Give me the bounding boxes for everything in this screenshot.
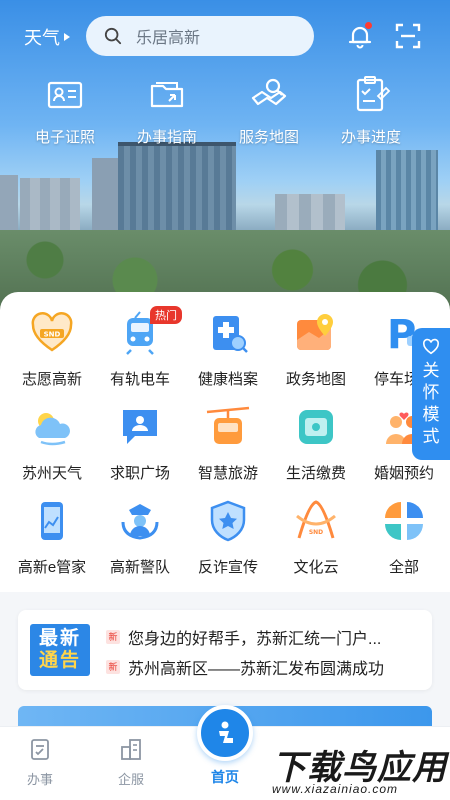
hot-badge: 热门 bbox=[150, 306, 182, 324]
new-tag: 新 bbox=[106, 660, 120, 674]
service-label: 婚姻预约 bbox=[373, 465, 434, 482]
progress-clipboard-icon bbox=[356, 76, 391, 112]
all-apps-icon bbox=[385, 502, 423, 540]
service-label: 反诈宣传 bbox=[197, 559, 258, 576]
bell-icon[interactable] bbox=[346, 22, 374, 50]
service-weather[interactable]: 苏州天气 bbox=[8, 404, 96, 498]
service-label: 政务地图 bbox=[285, 371, 346, 388]
quick-action-label: 办事进度 bbox=[340, 129, 401, 146]
culture-cloud-icon: SND bbox=[296, 500, 336, 539]
job-chat-icon bbox=[123, 410, 157, 444]
services-row: 高新e管家 高新警队 反诈宣传 SND 文化云 全部 bbox=[0, 498, 450, 592]
notice-item[interactable]: 新 苏州高新区——苏新汇发布圆满成功 bbox=[106, 655, 384, 679]
phone-manager-icon bbox=[41, 502, 63, 540]
service-gov-map[interactable]: 政务地图 bbox=[272, 310, 360, 404]
id-card-icon bbox=[47, 81, 83, 109]
nav-item-home[interactable] bbox=[197, 705, 253, 761]
svg-text:SND: SND bbox=[309, 529, 323, 536]
anti-fraud-shield-icon bbox=[210, 500, 246, 542]
building bbox=[20, 178, 80, 234]
care-mode-button[interactable]: 关怀模式 bbox=[412, 328, 450, 460]
quick-action-guide[interactable]: 办事指南 bbox=[116, 74, 218, 147]
watermark-url: www.xiazainiao.com bbox=[272, 782, 399, 796]
building bbox=[0, 175, 18, 235]
police-icon bbox=[121, 504, 159, 540]
search-placeholder: 乐居高新 bbox=[136, 30, 201, 47]
enterprise-icon bbox=[121, 739, 141, 760]
service-anti-fraud[interactable]: 反诈宣传 bbox=[184, 498, 272, 592]
service-tourism[interactable]: 智慧旅游 bbox=[184, 404, 272, 498]
service-job[interactable]: 求职广场 bbox=[96, 404, 184, 498]
service-police[interactable]: 高新警队 bbox=[96, 498, 184, 592]
cable-car-icon bbox=[206, 406, 250, 444]
service-label: 有轨电车 bbox=[109, 371, 170, 388]
volunteer-heart-icon: SND bbox=[31, 312, 73, 352]
top-bar: 天气 乐居高新 bbox=[0, 14, 450, 58]
service-volunteer[interactable]: SND 志愿高新 bbox=[8, 310, 96, 404]
notice-item[interactable]: 新 您身边的好帮手，苏新汇统一门户... bbox=[106, 625, 381, 649]
nav-label-home: 首页 bbox=[211, 769, 239, 785]
service-label: 求职广场 bbox=[109, 465, 170, 482]
service-all[interactable]: 全部 bbox=[360, 498, 448, 592]
service-e-manager[interactable]: 高新e管家 bbox=[8, 498, 96, 592]
map-search-icon bbox=[251, 78, 287, 106]
service-bill[interactable]: 生活缴费 bbox=[272, 404, 360, 498]
nav-label: 办事 bbox=[26, 772, 53, 787]
services-row: 苏州天气 求职广场 智慧旅游 生活缴费 婚姻预约 bbox=[0, 404, 450, 498]
service-health-record[interactable]: 健康档案 bbox=[184, 310, 272, 404]
quick-action-label: 服务地图 bbox=[238, 129, 299, 146]
nav-label: 企服 bbox=[117, 772, 144, 787]
services-grid: SND 志愿高新 热门 有轨电车 健康档案 政务地图 P 停车场查 苏州天气 求… bbox=[0, 306, 450, 592]
heart-icon bbox=[422, 338, 440, 355]
bill-payment-icon bbox=[299, 410, 333, 444]
notice-badge-line1: 最新 bbox=[38, 628, 81, 649]
svg-text:SND: SND bbox=[44, 331, 61, 339]
nav-item-enterprise[interactable]: 企服 bbox=[101, 737, 161, 788]
services-card: SND 志愿高新 热门 有轨电车 健康档案 政务地图 P 停车场查 苏州天气 求… bbox=[0, 292, 450, 592]
triangle-right-icon bbox=[64, 33, 70, 41]
service-label: 生活缴费 bbox=[285, 465, 346, 482]
search-icon bbox=[104, 27, 122, 45]
service-label: 全部 bbox=[388, 559, 419, 576]
building bbox=[92, 158, 120, 238]
service-label: 文化云 bbox=[293, 559, 339, 576]
notice-badge-line2: 通告 bbox=[38, 650, 81, 671]
health-record-icon bbox=[213, 316, 248, 353]
quick-actions: 电子证照 办事指南 服务地图 办事进度 bbox=[0, 74, 450, 147]
service-tram[interactable]: 热门 有轨电车 bbox=[96, 306, 184, 404]
quick-action-label: 办事指南 bbox=[136, 129, 197, 146]
quick-action-service-map[interactable]: 服务地图 bbox=[218, 74, 320, 147]
nav-item-tasks[interactable]: 办事 bbox=[10, 737, 70, 788]
care-mode-label: 关怀模式 bbox=[422, 361, 440, 446]
tasks-icon bbox=[31, 739, 49, 760]
notice-text: 您身边的好帮手，苏新汇统一门户... bbox=[128, 631, 382, 648]
service-label: 高新警队 bbox=[109, 559, 170, 576]
quick-action-progress[interactable]: 办事进度 bbox=[320, 74, 422, 147]
home-icon bbox=[219, 721, 233, 743]
weather-cloud-icon bbox=[35, 413, 70, 446]
city-label: 天气 bbox=[24, 28, 60, 48]
service-label: 健康档案 bbox=[197, 371, 258, 388]
notice-text: 苏州高新区——苏新汇发布圆满成功 bbox=[128, 661, 385, 678]
building bbox=[275, 194, 345, 234]
service-label: 智慧旅游 bbox=[197, 465, 258, 482]
latest-notice-badge: 最新 通告 bbox=[30, 624, 90, 676]
gov-map-icon bbox=[297, 314, 333, 350]
watermark: 下载鸟应用 www.xiazainiao.com bbox=[268, 738, 450, 800]
quick-action-label: 电子证照 bbox=[34, 129, 95, 146]
search-bar[interactable]: 乐居高新 bbox=[86, 16, 314, 56]
notification-dot bbox=[365, 22, 372, 29]
services-row: SND 志愿高新 热门 有轨电车 健康档案 政务地图 P 停车场查 bbox=[0, 306, 450, 404]
notice-card[interactable]: 最新 通告 新 您身边的好帮手，苏新汇统一门户... 新 苏州高新区——苏新汇发… bbox=[18, 610, 432, 690]
new-tag: 新 bbox=[106, 630, 120, 644]
guide-folder-icon bbox=[150, 82, 184, 108]
city-selector[interactable]: 天气 bbox=[24, 24, 70, 50]
service-culture-cloud[interactable]: SND 文化云 bbox=[272, 498, 360, 592]
service-label: 志愿高新 bbox=[21, 371, 82, 388]
scan-icon[interactable] bbox=[394, 22, 422, 50]
service-label: 苏州天气 bbox=[21, 465, 82, 482]
service-label: 高新e管家 bbox=[17, 559, 87, 576]
quick-action-id-card[interactable]: 电子证照 bbox=[14, 74, 116, 147]
